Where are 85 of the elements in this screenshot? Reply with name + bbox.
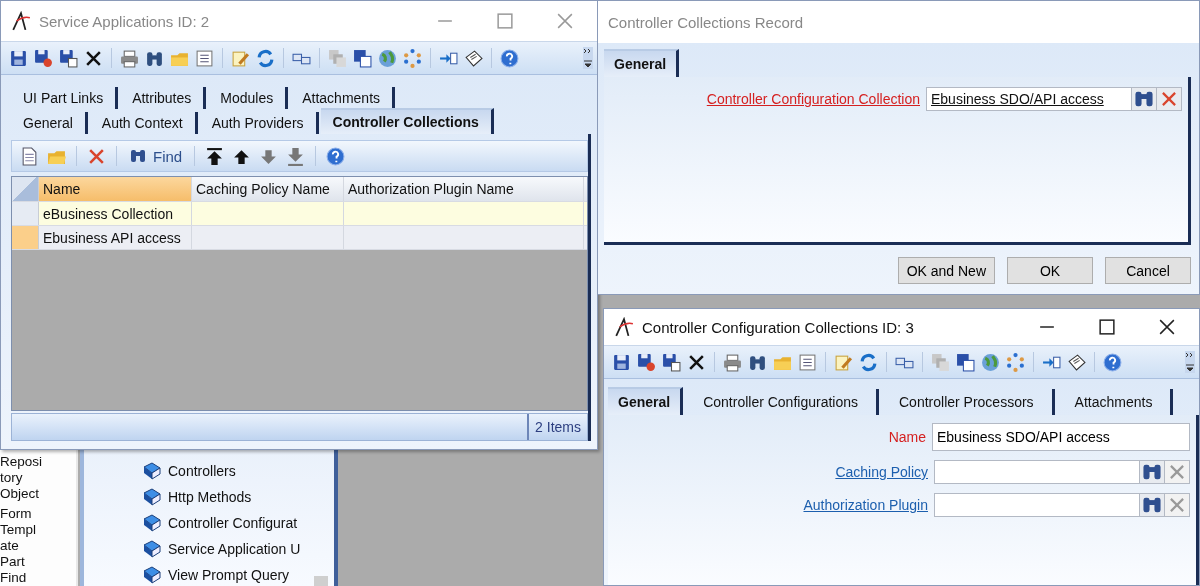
side-item[interactable]: Find	[0, 570, 76, 586]
field-link[interactable]: Caching Policy	[835, 464, 928, 480]
dots-circle-icon[interactable]	[1006, 352, 1025, 372]
table-cell: eBusiness Collection	[39, 202, 192, 225]
find-button[interactable]: Find	[127, 147, 185, 165]
side-item[interactable]: Templ	[0, 522, 76, 538]
app-logo-icon	[11, 11, 31, 31]
floppy-page-icon[interactable]	[662, 352, 681, 372]
tree-item[interactable]: View Prompt Query	[168, 567, 290, 583]
text-field[interactable]: Ebusiness SDO/API access	[932, 423, 1190, 451]
lookup-field[interactable]	[934, 493, 1190, 517]
overflow-chevron-icon[interactable]	[1185, 351, 1195, 373]
window-title: Service Applications ID: 2	[39, 12, 211, 30]
app-logo-icon	[614, 317, 634, 337]
tab[interactable]: General	[604, 49, 680, 77]
tab[interactable]: Controller Collections	[320, 108, 494, 134]
floppy-stack-icon[interactable]	[353, 48, 372, 68]
book-icon	[142, 462, 162, 480]
side-item[interactable]: Form	[0, 506, 76, 522]
binoculars-icon	[129, 147, 147, 165]
field-link[interactable]: Controller Configuration Collection	[706, 91, 920, 107]
column-header[interactable]: Caching Policy Name	[192, 177, 344, 201]
field-link[interactable]: Authorization Plugin	[803, 497, 928, 513]
side-item[interactable]: Part	[0, 554, 76, 570]
binoculars-icon[interactable]	[1139, 461, 1164, 483]
tree-item[interactable]: Http Methods	[168, 489, 252, 505]
page-icon[interactable]	[20, 146, 39, 166]
tab[interactable]: Auth Context	[89, 112, 198, 134]
tab[interactable]: Attributes	[120, 87, 207, 109]
dots-circle-icon[interactable]	[403, 48, 422, 68]
book-icon	[142, 566, 162, 584]
table-cell: Ebusiness API access	[39, 226, 192, 249]
dialog-button[interactable]: Cancel	[1105, 257, 1191, 284]
floppy-stack-icon[interactable]	[956, 352, 975, 372]
floppy-page-icon[interactable]	[59, 48, 78, 68]
side-item[interactable]: tory	[0, 470, 76, 486]
binoculars-icon[interactable]	[1131, 88, 1156, 110]
clear-icon[interactable]	[1156, 88, 1181, 110]
book-icon	[142, 514, 162, 532]
list-icon[interactable]	[798, 352, 817, 372]
globe-icon[interactable]	[981, 352, 1000, 372]
dialog-button[interactable]: OK	[1007, 257, 1093, 284]
window-title: Controller Collections Record	[608, 13, 805, 31]
tab[interactable]: Modules	[208, 87, 289, 109]
tab[interactable]: General	[11, 112, 88, 134]
tab[interactable]: General	[608, 387, 684, 415]
scrollbar[interactable]	[314, 576, 328, 586]
help-icon[interactable]	[326, 146, 346, 166]
help-icon[interactable]	[1103, 352, 1122, 372]
binoculars-icon[interactable]	[1139, 494, 1164, 516]
field-label: Name	[888, 429, 926, 445]
tree-item[interactable]: Controllers	[168, 463, 236, 479]
lookup-field[interactable]: Ebusiness SDO/API access	[926, 87, 1182, 111]
arrow-to-bottom-icon[interactable]	[286, 146, 306, 166]
maximize-icon[interactable]	[1099, 319, 1115, 335]
lookup-field[interactable]	[934, 460, 1190, 484]
printer-icon[interactable]	[120, 48, 139, 68]
help-icon[interactable]	[500, 48, 519, 68]
refresh-icon[interactable]	[256, 48, 275, 68]
arrow-to-top-icon[interactable]	[205, 146, 225, 166]
item-count: 2 Items	[527, 414, 587, 440]
floppy-dot-icon[interactable]	[34, 48, 53, 68]
column-header[interactable]: Authorization Plugin Name	[344, 177, 584, 201]
side-item[interactable]: Reposi	[0, 454, 76, 470]
refresh-icon[interactable]	[859, 352, 878, 372]
field-value: Ebusiness SDO/API access	[930, 91, 1105, 107]
book-icon	[142, 540, 162, 558]
notepad-icon[interactable]	[464, 48, 483, 68]
floppy-dot-icon[interactable]	[637, 352, 656, 372]
printer-icon[interactable]	[723, 352, 742, 372]
tree-item[interactable]: Service Application U	[168, 541, 301, 557]
side-item[interactable]: Object	[0, 486, 76, 502]
book-icon	[142, 488, 162, 506]
overflow-chevron-icon[interactable]	[583, 47, 593, 69]
notepad-icon[interactable]	[1067, 352, 1086, 372]
window-title: Controller Configuration Collections ID: 3	[642, 318, 915, 336]
dialog-button[interactable]: OK and New	[897, 257, 995, 284]
tree-item[interactable]: Controller Configurat	[168, 515, 298, 531]
list-icon[interactable]	[195, 48, 214, 68]
close-icon[interactable]	[1159, 319, 1175, 335]
side-item[interactable]: ate	[0, 538, 76, 554]
column-header[interactable]: Name	[39, 177, 192, 201]
tab[interactable]: Auth Providers	[199, 112, 319, 134]
tab[interactable]: UI Part Links	[11, 87, 119, 109]
globe-icon[interactable]	[378, 48, 397, 68]
